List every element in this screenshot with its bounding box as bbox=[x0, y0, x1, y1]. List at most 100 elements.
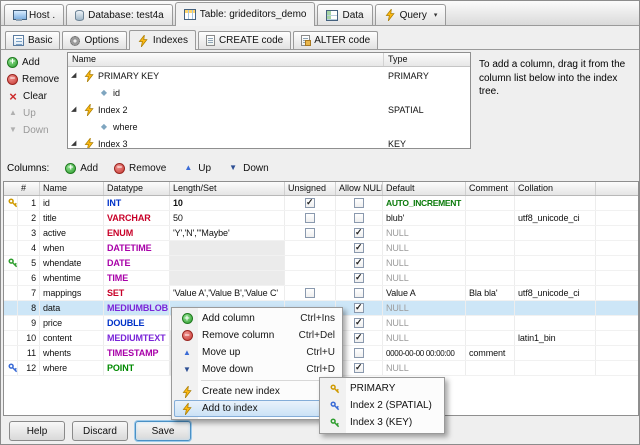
allow-null-checkbox[interactable] bbox=[354, 363, 364, 373]
cell-comment[interactable] bbox=[466, 271, 515, 285]
cell-length-set[interactable] bbox=[170, 241, 285, 255]
menu-item-add-to-index[interactable]: Add to index▶ bbox=[174, 400, 340, 417]
cell-comment[interactable] bbox=[466, 331, 515, 345]
index-clear-button[interactable]: Clear bbox=[7, 89, 59, 103]
cell-unsigned[interactable] bbox=[285, 241, 336, 255]
column-row-whendate[interactable]: 5whendateDATENULL bbox=[4, 256, 638, 271]
index-tree-item-index-2[interactable]: Index 2SPATIAL bbox=[68, 101, 470, 118]
cell-comment[interactable]: comment bbox=[466, 346, 515, 360]
index-tree-item-id[interactable]: id bbox=[68, 84, 470, 101]
cell-default[interactable]: 0000-00-00 00:00:00 bbox=[383, 346, 466, 360]
allow-null-checkbox[interactable] bbox=[354, 198, 364, 208]
allow-null-checkbox[interactable] bbox=[354, 348, 364, 358]
cell-length-set[interactable] bbox=[170, 271, 285, 285]
columns-remove-button[interactable]: Remove bbox=[114, 161, 166, 175]
column-row-when[interactable]: 4whenDATETIMENULL bbox=[4, 241, 638, 256]
cell-default[interactable]: NULL bbox=[383, 226, 466, 240]
cell-name[interactable]: content bbox=[40, 331, 104, 345]
save-button[interactable]: Save bbox=[135, 421, 191, 441]
cell-comment[interactable] bbox=[466, 211, 515, 225]
main-tab-host[interactable]: Host . bbox=[4, 4, 64, 25]
allow-null-checkbox[interactable] bbox=[354, 288, 364, 298]
cell-comment[interactable] bbox=[466, 241, 515, 255]
cell-datatype[interactable]: MEDIUMBLOB bbox=[104, 301, 170, 315]
allow-null-checkbox[interactable] bbox=[354, 213, 364, 223]
cell-collation[interactable] bbox=[515, 361, 596, 375]
cell-name[interactable]: when bbox=[40, 241, 104, 255]
cell-name[interactable]: title bbox=[40, 211, 104, 225]
cell-datatype[interactable]: TIMESTAMP bbox=[104, 346, 170, 360]
column-row-title[interactable]: 2titleVARCHAR50blub'utf8_unicode_ci bbox=[4, 211, 638, 226]
tree-expander-icon[interactable] bbox=[71, 140, 80, 147]
cell-name[interactable]: whents bbox=[40, 346, 104, 360]
help-button[interactable]: Help bbox=[9, 421, 65, 441]
cell-datatype[interactable]: DATETIME bbox=[104, 241, 170, 255]
cell-collation[interactable] bbox=[515, 241, 596, 255]
cell-allow-null[interactable] bbox=[336, 196, 383, 210]
cell-default[interactable]: NULL bbox=[383, 316, 466, 330]
cell-default[interactable]: NULL bbox=[383, 331, 466, 345]
cell-name[interactable]: whentime bbox=[40, 271, 104, 285]
cell-comment[interactable] bbox=[466, 301, 515, 315]
cell-collation[interactable]: utf8_unicode_ci bbox=[515, 211, 596, 225]
allow-null-checkbox[interactable] bbox=[354, 333, 364, 343]
cell-allow-null[interactable] bbox=[336, 286, 383, 300]
cell-datatype[interactable]: SET bbox=[104, 286, 170, 300]
cell-allow-null[interactable] bbox=[336, 256, 383, 270]
cell-allow-null[interactable] bbox=[336, 226, 383, 240]
cell-allow-null[interactable] bbox=[336, 331, 383, 345]
cell-allow-null[interactable] bbox=[336, 346, 383, 360]
cell-unsigned[interactable] bbox=[285, 211, 336, 225]
menu-item-create-new-index[interactable]: Create new index▶ bbox=[174, 383, 340, 400]
columns-add-button[interactable]: Add bbox=[65, 161, 98, 175]
menu-item-move-up[interactable]: Move upCtrl+U bbox=[174, 344, 340, 361]
cell-length-set[interactable]: 'Y','N','''Maybe' bbox=[170, 226, 285, 240]
menu-item-move-down[interactable]: Move downCtrl+D bbox=[174, 361, 340, 378]
discard-button[interactable]: Discard bbox=[72, 421, 128, 441]
cell-default[interactable]: NULL bbox=[383, 256, 466, 270]
cell-allow-null[interactable] bbox=[336, 316, 383, 330]
cell-datatype[interactable]: DOUBLE bbox=[104, 316, 170, 330]
column-row-whentime[interactable]: 6whentimeTIMENULL bbox=[4, 271, 638, 286]
cell-comment[interactable] bbox=[466, 256, 515, 270]
cell-unsigned[interactable] bbox=[285, 286, 336, 300]
columns-up-button[interactable]: Up bbox=[182, 161, 211, 175]
tree-expander-icon[interactable] bbox=[71, 106, 80, 113]
cell-collation[interactable] bbox=[515, 196, 596, 210]
cell-name[interactable]: mappings bbox=[40, 286, 104, 300]
cell-collation[interactable]: latin1_bin bbox=[515, 331, 596, 345]
cell-allow-null[interactable] bbox=[336, 271, 383, 285]
cell-collation[interactable] bbox=[515, 256, 596, 270]
cell-default[interactable]: NULL bbox=[383, 241, 466, 255]
cell-length-set[interactable]: 50 bbox=[170, 211, 285, 225]
column-row-id[interactable]: 1idINT10AUTO_INCREMENT bbox=[4, 196, 638, 211]
cell-name[interactable]: where bbox=[40, 361, 104, 375]
menu-item-remove-column[interactable]: Remove columnCtrl+Del bbox=[174, 327, 340, 344]
cell-collation[interactable] bbox=[515, 346, 596, 360]
cell-length-set[interactable] bbox=[170, 256, 285, 270]
cell-datatype[interactable]: DATE bbox=[104, 256, 170, 270]
unsigned-checkbox[interactable] bbox=[305, 198, 315, 208]
editor-tab-alter-code[interactable]: ALTER code bbox=[293, 31, 378, 49]
cell-default[interactable]: NULL bbox=[383, 271, 466, 285]
cell-datatype[interactable]: POINT bbox=[104, 361, 170, 375]
columns-down-button[interactable]: Down bbox=[227, 161, 269, 175]
cell-name[interactable]: data bbox=[40, 301, 104, 315]
cell-datatype[interactable]: MEDIUMTEXT bbox=[104, 331, 170, 345]
cell-name[interactable]: active bbox=[40, 226, 104, 240]
index-tree-item-index-3[interactable]: Index 3KEY bbox=[68, 135, 470, 149]
cell-allow-null[interactable] bbox=[336, 301, 383, 315]
cell-collation[interactable] bbox=[515, 226, 596, 240]
menu-item-primary[interactable]: PRIMARY bbox=[322, 380, 442, 397]
main-tab-query[interactable]: Query▾ bbox=[375, 4, 447, 25]
editor-tab-options[interactable]: Options bbox=[62, 31, 126, 49]
cell-name[interactable]: price bbox=[40, 316, 104, 330]
main-tab-data[interactable]: Data bbox=[317, 4, 372, 25]
allow-null-checkbox[interactable] bbox=[354, 318, 364, 328]
cell-unsigned[interactable] bbox=[285, 196, 336, 210]
cell-collation[interactable] bbox=[515, 271, 596, 285]
main-tab-database-test4a[interactable]: Database: test4a bbox=[66, 4, 173, 25]
cell-name[interactable]: id bbox=[40, 196, 104, 210]
dropdown-arrow-icon[interactable]: ▾ bbox=[434, 11, 438, 19]
cell-unsigned[interactable] bbox=[285, 226, 336, 240]
